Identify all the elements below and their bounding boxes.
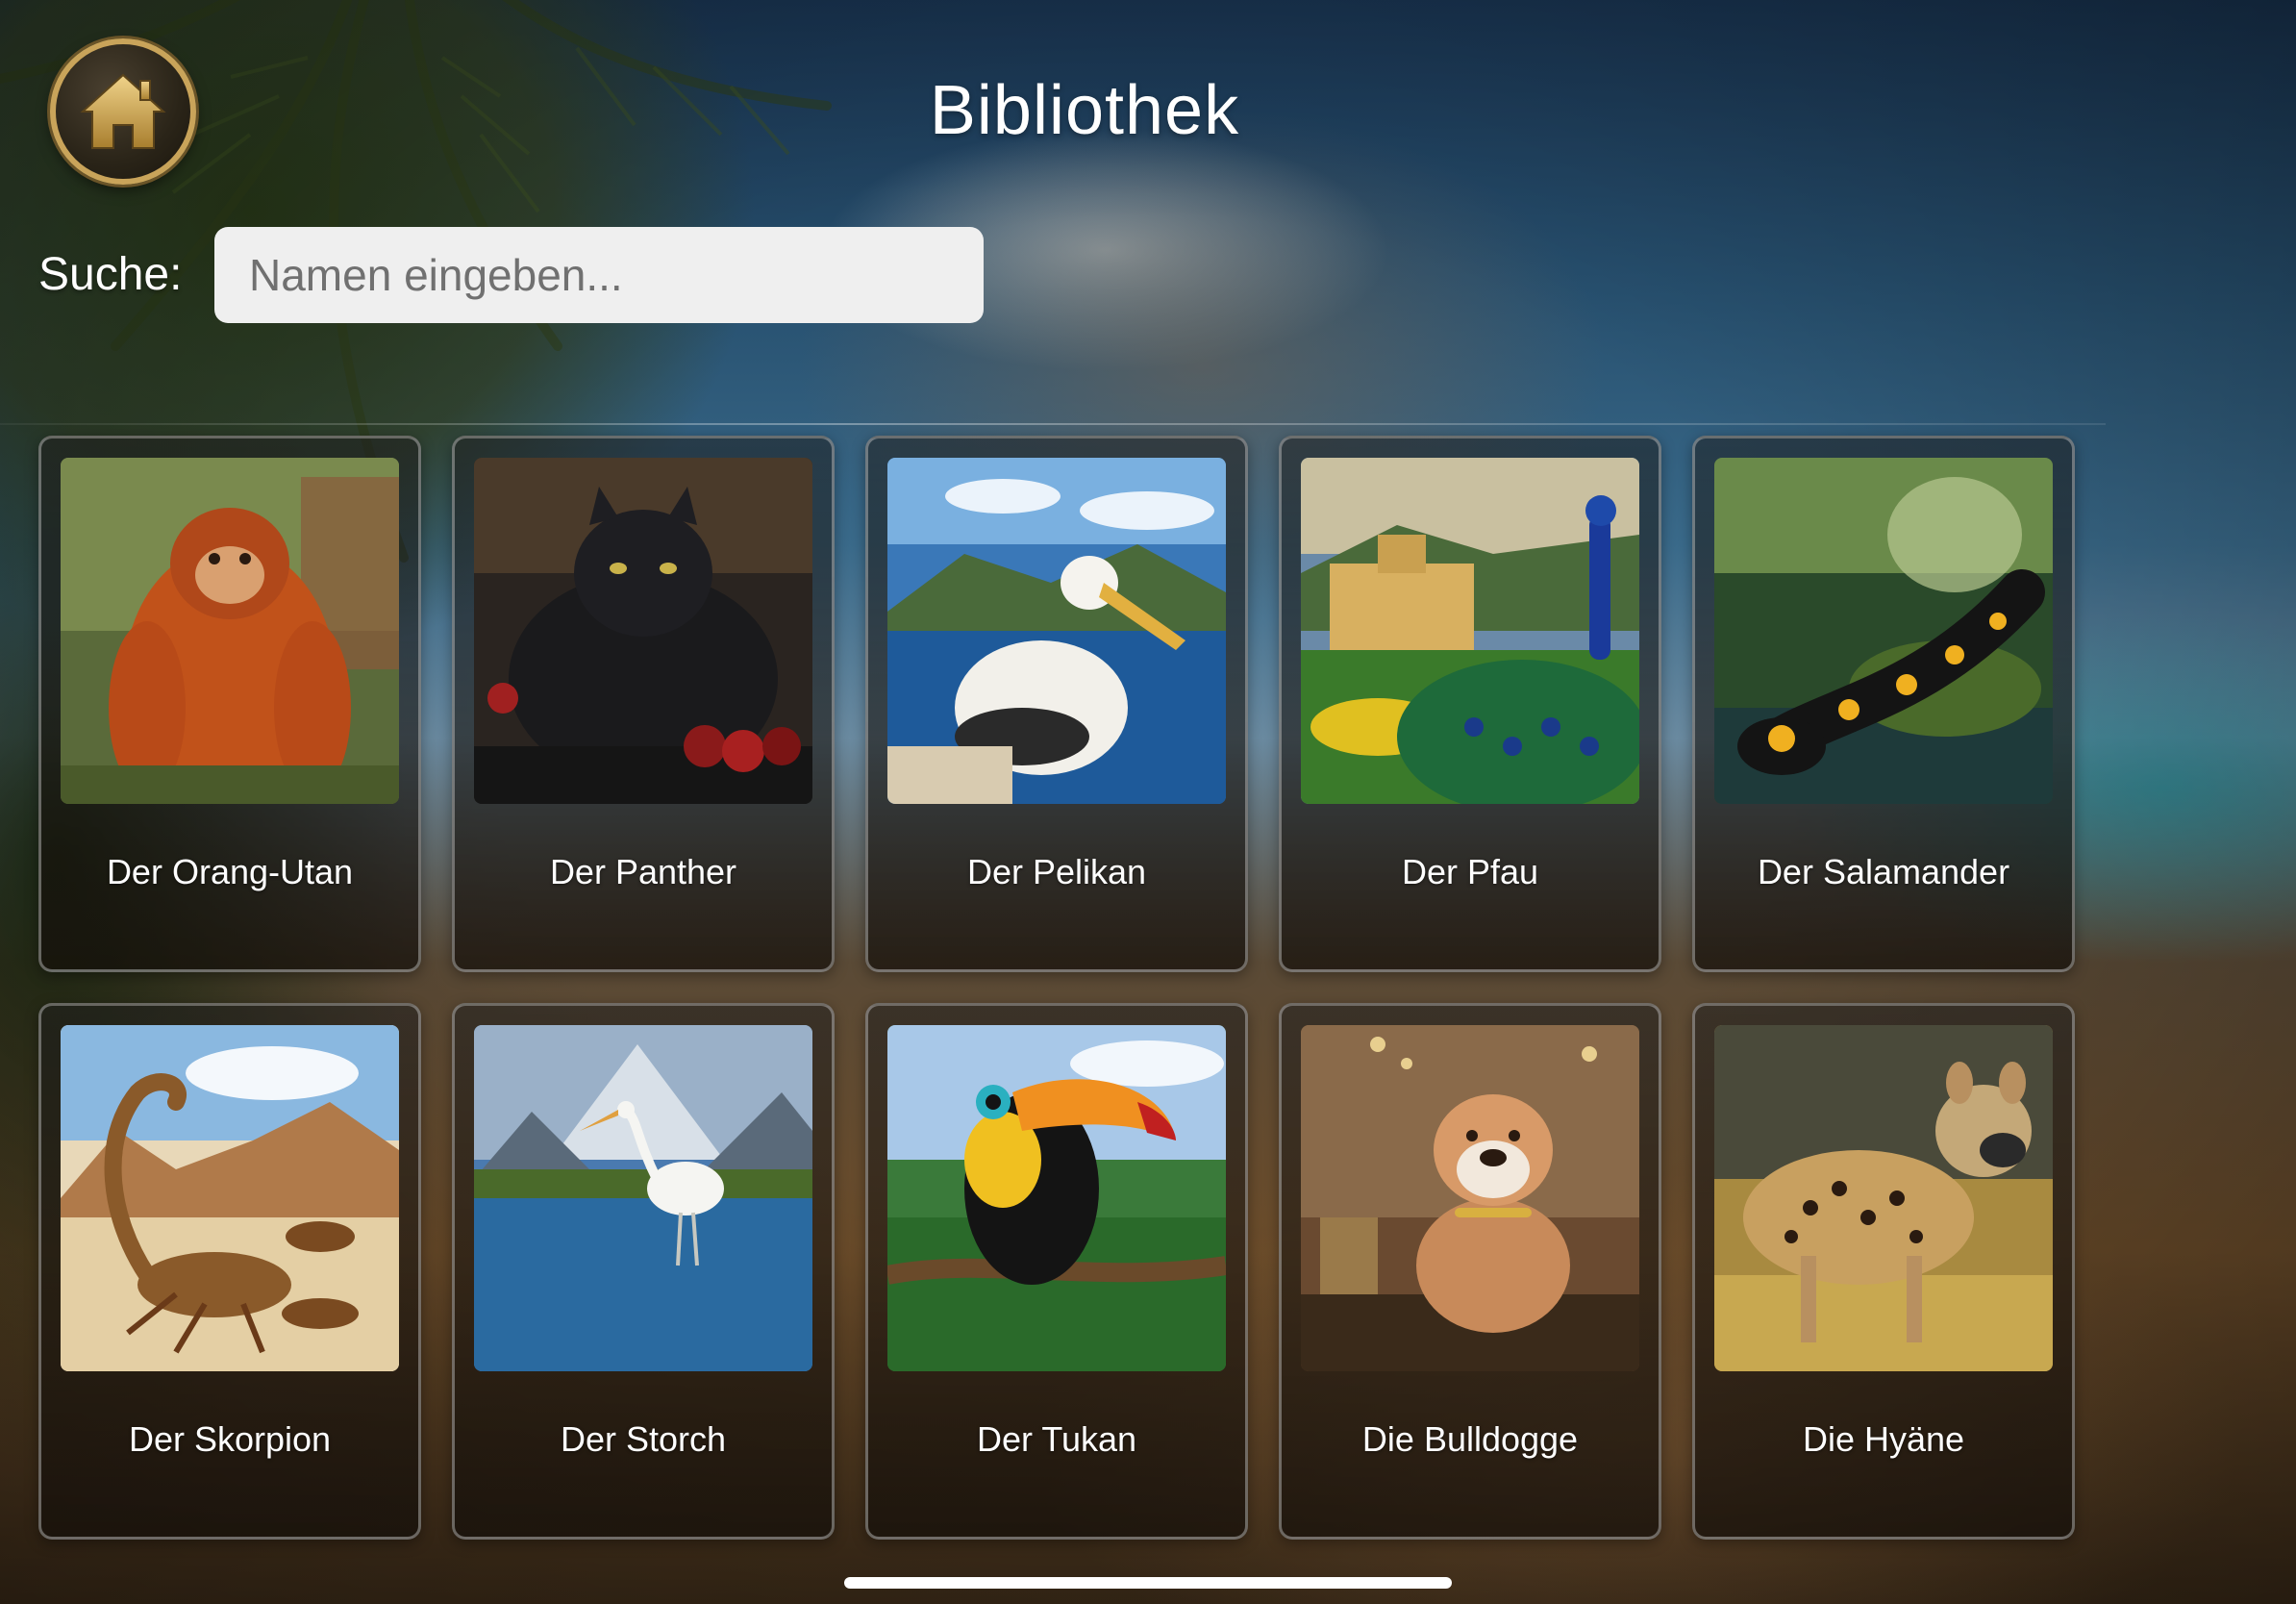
animal-card[interactable]: Der Skorpion xyxy=(38,1003,421,1540)
search-input[interactable] xyxy=(214,227,984,323)
card-label: Die Hyäne xyxy=(1802,1419,1965,1459)
animal-card[interactable]: Die Hyäne xyxy=(1692,1003,2075,1540)
orangutan-image xyxy=(61,458,399,804)
hyena-image xyxy=(1714,1025,2053,1371)
card-label: Die Bulldogge xyxy=(1361,1419,1579,1459)
panther-image xyxy=(474,458,812,804)
card-label: Der Pfau xyxy=(1401,852,1539,891)
animal-card[interactable]: Der Pelikan xyxy=(865,436,1248,972)
card-label: Der Pelikan xyxy=(966,852,1147,891)
card-label: Der Skorpion xyxy=(128,1419,332,1459)
divider xyxy=(0,423,2106,425)
animal-card[interactable]: Der Orang-Utan xyxy=(38,436,421,972)
card-label: Der Storch xyxy=(560,1419,727,1459)
toucan-image xyxy=(887,1025,1226,1371)
salamander-image xyxy=(1714,458,2053,804)
card-label: Der Tukan xyxy=(976,1419,1137,1459)
search-label: Suche: xyxy=(38,249,183,300)
animal-card[interactable]: Der Panther xyxy=(452,436,835,972)
home-indicator[interactable] xyxy=(844,1577,1452,1589)
peacock-image xyxy=(1301,458,1639,804)
animal-card[interactable]: Der Salamander xyxy=(1692,436,2075,972)
animal-grid: Der Orang-Utan Der Panther Der Pelikan D… xyxy=(38,436,2077,1540)
stork-image xyxy=(474,1025,812,1371)
library-screen: Bibliothek Suche: Namen eingeben... Der … xyxy=(0,0,2296,1604)
animal-card[interactable]: Der Tukan xyxy=(865,1003,1248,1540)
animal-card[interactable]: Der Pfau xyxy=(1279,436,1661,972)
bulldog-image xyxy=(1301,1025,1639,1371)
card-label: Der Panther xyxy=(549,852,737,891)
card-label: Der Orang-Utan xyxy=(106,852,354,891)
card-label: Der Salamander xyxy=(1757,852,2010,891)
animal-card[interactable]: Der Storch xyxy=(452,1003,835,1540)
scorpion-image xyxy=(61,1025,399,1371)
page-title: Bibliothek xyxy=(929,72,1240,149)
pelican-image xyxy=(887,458,1226,804)
animal-card[interactable]: Die Bulldogge xyxy=(1279,1003,1661,1540)
